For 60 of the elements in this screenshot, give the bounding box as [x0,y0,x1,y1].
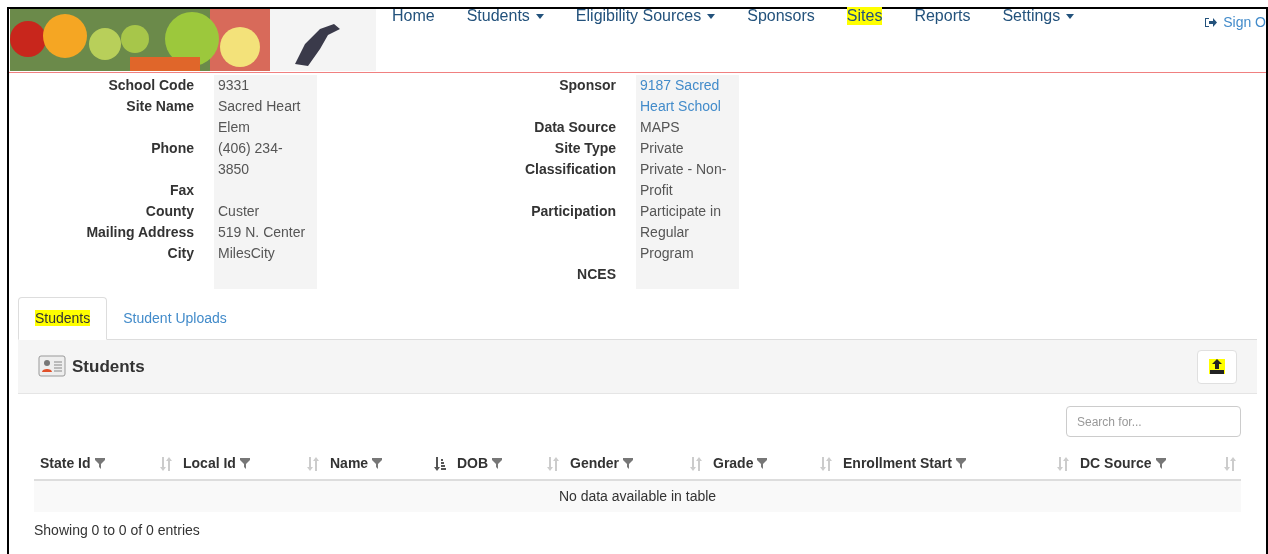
table-info: Showing 0 to 0 of 0 entries [34,522,200,538]
tab[interactable]: Students [18,297,108,340]
search-field[interactable]: Search for... [1066,406,1241,437]
filter-icon[interactable] [757,458,768,469]
field-label: Site Type [554,139,616,158]
column-header[interactable]: State Id [34,453,177,474]
field-label: Sponsor [559,76,616,95]
empty-message: No data available in table [558,487,717,506]
field-label: City [167,244,194,263]
column-header[interactable]: Enrollment Start [837,453,1074,474]
field-label: Mailing Address [86,223,194,242]
field-label: School Code [108,76,194,95]
nav-link[interactable]: Sponsors [747,7,815,25]
column-header[interactable]: Local Id [177,453,324,474]
field-label: County [145,202,194,221]
column-header[interactable]: Grade [707,453,837,474]
caret-icon [1066,13,1075,19]
field-label: Participation [531,202,616,221]
field-value: Private [640,140,684,156]
field-value: (406) 234-3850 [218,140,283,177]
field-label: Fax [169,181,194,200]
field-label: Phone [151,139,194,158]
sign-out-icon [1205,17,1218,28]
panel-title: Students [72,355,145,378]
nav-link[interactable]: Home [392,7,435,25]
field-label: NCES [577,265,616,284]
nav-link[interactable]: Reports [914,7,971,25]
sort-descending-icon[interactable] [433,456,447,471]
nav-link[interactable]: Students [466,7,544,25]
filter-icon[interactable] [1155,458,1166,469]
tab[interactable]: Student Uploads [107,297,243,340]
upload-button[interactable] [1197,349,1237,384]
filter-icon[interactable] [239,458,250,469]
filter-icon[interactable] [492,458,503,469]
field-value: 9331 [218,77,250,93]
field-label: Site Name [126,97,194,116]
column-header[interactable]: DC Source [1074,453,1241,474]
field-value: MilesCity [218,245,275,261]
filter-icon[interactable] [94,458,105,469]
field-label: Data Source [534,118,616,137]
nav-link[interactable]: Sites [846,7,883,25]
nav-link[interactable]: Eligibility Sources [575,7,716,25]
nav-link[interactable]: Settings [1002,7,1075,25]
field-value: 519 N. Center [218,224,306,240]
caret-icon [707,13,716,19]
caret-icon [535,13,544,19]
field-value: Participate in Regular Program [640,203,721,261]
field-value: Custer [218,203,260,219]
field-value: Sacred Heart Elem [218,98,301,135]
filter-icon[interactable] [955,458,966,469]
column-header[interactable]: DOB [451,453,564,474]
student-card-icon [38,353,66,380]
filter-icon[interactable] [372,458,383,469]
filter-icon[interactable] [623,458,633,469]
field-label: Classification [524,160,616,179]
sign-out-link[interactable]: Sign O [1205,12,1266,33]
field-value: MAPS [640,119,680,135]
field-value: Private - Non-Profit [640,161,727,198]
column-header[interactable]: Gender [564,453,707,474]
column-header[interactable]: Name [324,453,451,474]
